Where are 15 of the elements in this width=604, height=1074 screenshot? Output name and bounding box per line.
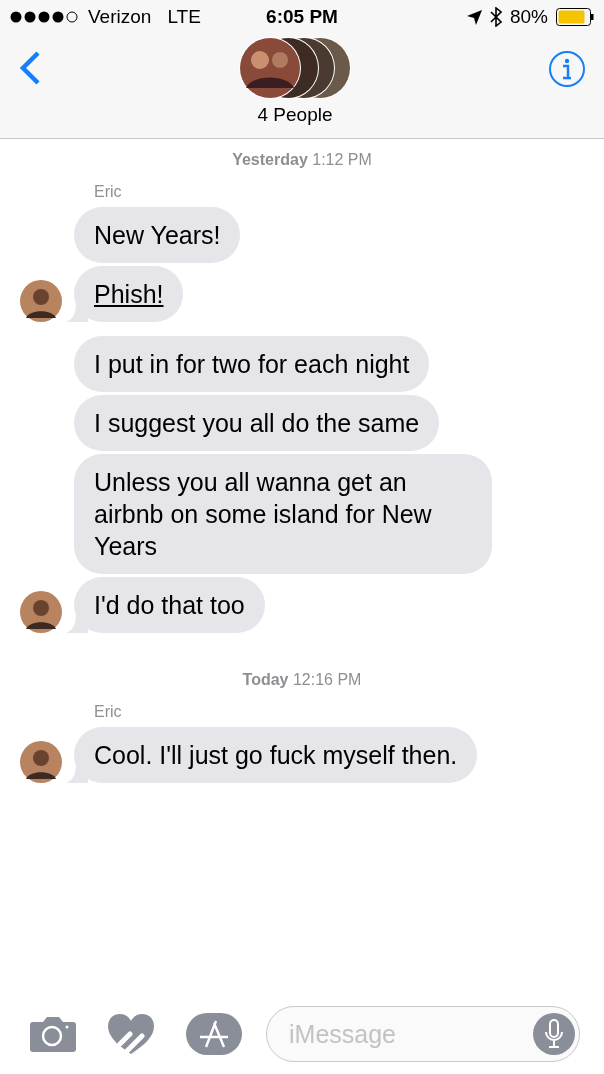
message-bubble: New Years! xyxy=(74,207,241,263)
message-field[interactable]: iMessage xyxy=(266,1006,580,1062)
sender-name: Eric xyxy=(93,703,123,721)
clock: 6:05 PM xyxy=(266,6,338,28)
sender-name: Eric xyxy=(93,183,123,201)
battery-percent: 80% xyxy=(509,6,548,28)
message-bubble: Unless you all wanna get an airbnb on some island for New Years xyxy=(74,454,492,574)
timestamp: Yesterday 1:12 PM xyxy=(231,151,373,169)
message-bubble: I suggest you all do the same xyxy=(74,395,440,451)
message-input[interactable]: iMessage xyxy=(287,1018,533,1050)
message-bubble: I put in for two for each night xyxy=(74,336,430,392)
conversation-title[interactable]: 4 People xyxy=(257,104,333,126)
timestamp: Today 12:16 PM xyxy=(241,671,363,689)
carrier-name: Verizon xyxy=(88,6,152,28)
network-type: LTE xyxy=(167,6,201,28)
